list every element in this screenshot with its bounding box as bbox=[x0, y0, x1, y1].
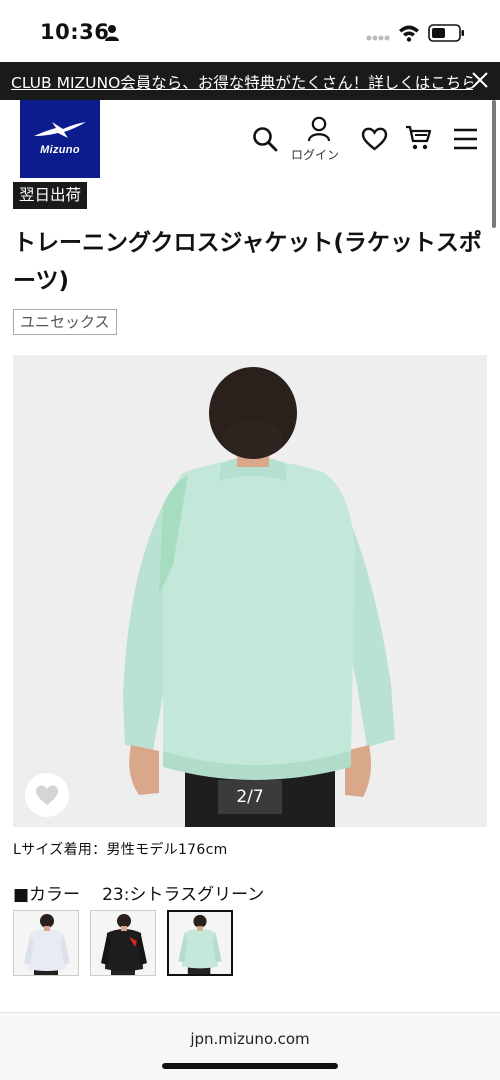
close-icon[interactable] bbox=[471, 71, 489, 89]
site-header: Mizuno ログイン bbox=[0, 100, 500, 180]
signal-dots-icon bbox=[366, 35, 390, 41]
color-selector-label: ■カラー 23:シトラスグリーン bbox=[13, 880, 264, 905]
swatch-citrus-green-thumbnail bbox=[169, 912, 231, 974]
mizuno-logo[interactable]: Mizuno bbox=[20, 100, 100, 178]
heart-icon[interactable] bbox=[361, 127, 388, 151]
browser-address-bar[interactable]: jpn.mizuno.com bbox=[0, 1012, 500, 1080]
model-size-note: Lサイズ着用：男性モデル176cm bbox=[13, 842, 228, 858]
status-time: 10:36 bbox=[40, 20, 110, 44]
favorite-button[interactable] bbox=[25, 773, 69, 817]
color-swatch-citrus-green[interactable] bbox=[167, 910, 233, 976]
menu-icon[interactable] bbox=[453, 128, 478, 150]
swatch-white-thumbnail bbox=[14, 911, 78, 975]
runbird-logo-icon bbox=[34, 122, 86, 138]
promo-banner[interactable]: CLUB MIZUNO会員なら、お得な特典がたくさん！詳しくはこちら bbox=[0, 62, 500, 100]
cart-icon[interactable] bbox=[405, 125, 432, 151]
color-label: ■カラー bbox=[13, 885, 81, 905]
product-photo bbox=[13, 355, 487, 827]
color-swatch-black[interactable] bbox=[90, 910, 156, 976]
login-label[interactable]: ログイン bbox=[291, 146, 339, 163]
heart-filled-icon bbox=[36, 785, 58, 805]
product-image-carousel[interactable]: 2/7 bbox=[13, 355, 487, 827]
home-indicator bbox=[162, 1063, 338, 1069]
person-icon bbox=[105, 25, 119, 41]
promo-link[interactable]: CLUB MIZUNO会員なら、お得な特典がたくさん！詳しくはこちら bbox=[11, 71, 473, 93]
url-label[interactable]: jpn.mizuno.com bbox=[0, 1030, 500, 1048]
scrollbar[interactable] bbox=[492, 100, 496, 228]
search-icon[interactable] bbox=[252, 126, 278, 152]
status-bar: 10:36 bbox=[0, 0, 500, 62]
product-title: トレーニングクロスジャケット(ラケットスポーツ) bbox=[13, 230, 482, 294]
image-counter: 2/7 bbox=[218, 780, 282, 814]
gender-tag: ユニセックス bbox=[13, 309, 117, 335]
logo-wordmark: Mizuno bbox=[40, 144, 80, 156]
selected-color-name: 23:シトラスグリーン bbox=[102, 885, 265, 905]
swatch-black-thumbnail bbox=[91, 911, 155, 975]
battery-icon bbox=[428, 24, 464, 42]
next-day-shipping-badge: 翌日出荷 bbox=[13, 182, 88, 209]
wifi-icon bbox=[399, 25, 419, 42]
color-swatch-white[interactable] bbox=[13, 910, 79, 976]
account-icon[interactable] bbox=[307, 116, 331, 142]
